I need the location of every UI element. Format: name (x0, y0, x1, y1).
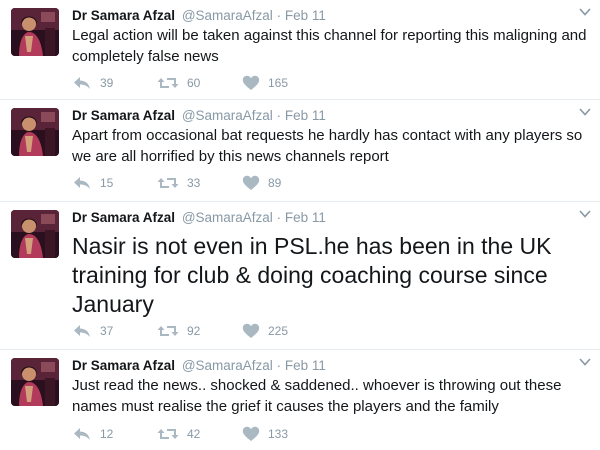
avatar[interactable] (11, 108, 59, 156)
like-count: 225 (268, 324, 289, 338)
tweet-header: Dr Samara Afzal @SamaraAfzal · Feb 11 (72, 107, 326, 125)
avatar-image (11, 358, 59, 406)
like-count: 89 (268, 176, 282, 190)
avatar-image (11, 108, 59, 156)
reply-count: 12 (100, 427, 114, 441)
chevron-down-icon[interactable] (578, 208, 592, 220)
tweet-date[interactable]: Feb 11 (285, 8, 326, 23)
reply-icon (72, 175, 92, 191)
tweet-header: Dr Samara Afzal @SamaraAfzal · Feb 11 (72, 209, 326, 227)
author-name[interactable]: Dr Samara Afzal (72, 210, 175, 225)
heart-icon (242, 323, 260, 339)
tweet-text: Just read the news.. shocked & saddened.… (72, 377, 562, 415)
reply-icon (72, 75, 92, 91)
tweet-date[interactable]: Feb 11 (285, 210, 326, 225)
chevron-down-icon[interactable] (578, 106, 592, 118)
tweet-header: Dr Samara Afzal @SamaraAfzal · Feb 11 (72, 357, 326, 375)
tweet-item[interactable]: Dr Samara Afzal @SamaraAfzal · Feb 11 Ap… (0, 100, 600, 202)
tweet-date[interactable]: Feb 11 (285, 358, 326, 373)
tweet-actions: 15 33 89 (72, 174, 327, 192)
avatar-image (11, 210, 59, 258)
reply-icon (72, 323, 92, 339)
separator: · (276, 108, 282, 123)
heart-icon (242, 426, 260, 442)
like-button[interactable]: 133 (242, 426, 327, 442)
tweet-text: Legal action will be taken against this … (72, 27, 587, 65)
chevron-down-icon[interactable] (578, 356, 592, 368)
avatar[interactable] (11, 210, 59, 258)
retweet-count: 92 (187, 324, 201, 338)
reply-count: 39 (100, 76, 114, 90)
tweet-date[interactable]: Feb 11 (285, 108, 326, 123)
tweet-text: Nasir is not even in PSL.he has been in … (72, 233, 552, 317)
author-name[interactable]: Dr Samara Afzal (72, 108, 175, 123)
retweet-icon (157, 323, 179, 339)
retweet-button[interactable]: 92 (157, 323, 242, 339)
author-handle[interactable]: @SamaraAfzal (182, 358, 273, 373)
reply-button[interactable]: 39 (72, 75, 157, 91)
author-handle[interactable]: @SamaraAfzal (182, 8, 273, 23)
tweet-actions: 39 60 165 (72, 74, 327, 92)
author-handle[interactable]: @SamaraAfzal (182, 108, 273, 123)
retweet-button[interactable]: 60 (157, 75, 242, 91)
tweet-header: Dr Samara Afzal @SamaraAfzal · Feb 11 (72, 7, 326, 25)
author-name[interactable]: Dr Samara Afzal (72, 358, 175, 373)
author-name[interactable]: Dr Samara Afzal (72, 8, 175, 23)
reply-button[interactable]: 15 (72, 175, 157, 191)
like-button[interactable]: 225 (242, 323, 327, 339)
avatar[interactable] (11, 358, 59, 406)
like-button[interactable]: 165 (242, 75, 327, 91)
tweet-feed: Dr Samara Afzal @SamaraAfzal · Feb 11 Le… (0, 0, 600, 450)
reply-button[interactable]: 37 (72, 323, 157, 339)
separator: · (276, 8, 282, 23)
separator: · (276, 210, 282, 225)
heart-icon (242, 75, 260, 91)
retweet-count: 60 (187, 76, 201, 90)
author-handle[interactable]: @SamaraAfzal (182, 210, 273, 225)
retweet-count: 33 (187, 176, 201, 190)
tweet-actions: 12 42 133 (72, 425, 327, 443)
like-button[interactable]: 89 (242, 175, 327, 191)
tweet-item[interactable]: Dr Samara Afzal @SamaraAfzal · Feb 11 Ju… (0, 350, 600, 450)
avatar[interactable] (11, 8, 59, 56)
retweet-icon (157, 426, 179, 442)
retweet-icon (157, 175, 179, 191)
reply-icon (72, 426, 92, 442)
tweet-actions: 37 92 225 (72, 322, 327, 340)
tweet-item[interactable]: Dr Samara Afzal @SamaraAfzal · Feb 11 Le… (0, 0, 600, 100)
reply-count: 37 (100, 324, 114, 338)
retweet-button[interactable]: 42 (157, 426, 242, 442)
like-count: 133 (268, 427, 289, 441)
avatar-image (11, 8, 59, 56)
reply-count: 15 (100, 176, 114, 190)
retweet-button[interactable]: 33 (157, 175, 242, 191)
retweet-count: 42 (187, 427, 201, 441)
heart-icon (242, 175, 260, 191)
tweet-text: Apart from occasional bat requests he ha… (72, 127, 583, 165)
reply-button[interactable]: 12 (72, 426, 157, 442)
like-count: 165 (268, 76, 289, 90)
separator: · (276, 358, 282, 373)
retweet-icon (157, 75, 179, 91)
chevron-down-icon[interactable] (578, 6, 592, 18)
tweet-item[interactable]: Dr Samara Afzal @SamaraAfzal · Feb 11 Na… (0, 202, 600, 350)
